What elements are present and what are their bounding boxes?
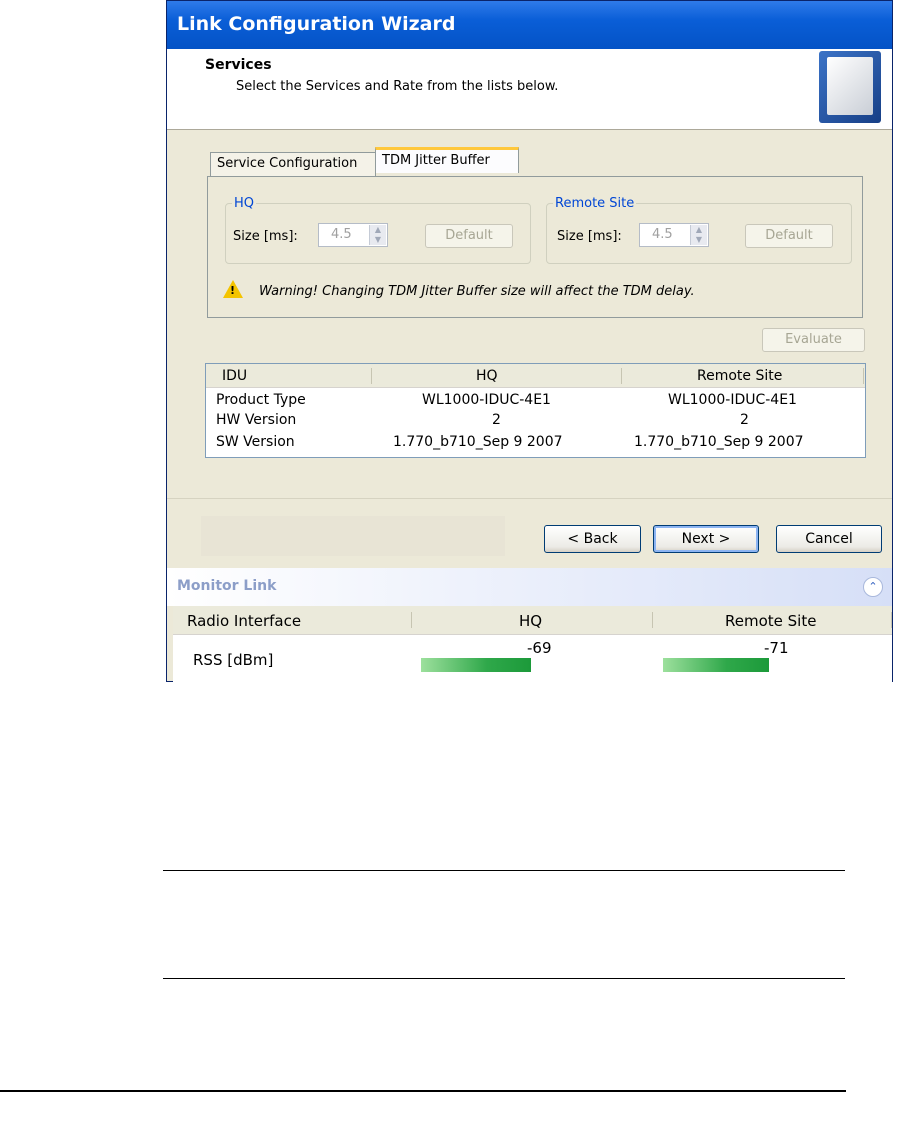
remote-rss-bar bbox=[663, 658, 769, 672]
remote-rss-value: -71 bbox=[764, 639, 789, 657]
spinner-arrows-icon[interactable]: ▲ ▼ bbox=[690, 225, 707, 245]
double-chevron-up-icon[interactable]: ⌃ bbox=[863, 577, 883, 597]
hq-rss-value: -69 bbox=[527, 639, 552, 657]
table-cell: WL1000-IDUC-4E1 bbox=[422, 392, 551, 408]
remote-size-value: 4.5 bbox=[652, 227, 673, 242]
wizard-window: Link Configuration Wizard Services Selec… bbox=[166, 0, 893, 682]
table-cell: 2 bbox=[740, 412, 749, 428]
column-header-hq[interactable]: HQ bbox=[519, 612, 542, 630]
tab-tdm-jitter-buffer[interactable]: TDM Jitter Buffer bbox=[375, 147, 519, 173]
idu-table: IDU HQ Remote Site Product Type WL1000-I… bbox=[205, 363, 866, 458]
table-cell: Product Type bbox=[216, 392, 306, 408]
hq-size-value: 4.5 bbox=[331, 227, 352, 242]
hq-size-label: Size [ms]: bbox=[233, 229, 298, 244]
divider bbox=[0, 1090, 846, 1092]
divider bbox=[163, 870, 845, 871]
warning-text: Warning! Changing TDM Jitter Buffer size… bbox=[259, 284, 695, 299]
table-cell: SW Version bbox=[216, 434, 295, 450]
hq-legend: HQ bbox=[234, 196, 255, 211]
table-cell: 1.770_b710_Sep 9 2007 bbox=[634, 434, 804, 450]
title-bar[interactable]: Link Configuration Wizard bbox=[167, 1, 892, 49]
table-cell: 2 bbox=[492, 412, 501, 428]
column-header-radio-interface[interactable]: Radio Interface bbox=[187, 612, 301, 630]
back-button[interactable]: < Back bbox=[544, 525, 641, 553]
remote-size-spinner[interactable]: 4.5 ▲ ▼ bbox=[639, 223, 709, 247]
tab-label: Service Configuration bbox=[217, 156, 358, 171]
hq-rss-bar bbox=[421, 658, 531, 672]
hq-default-button[interactable]: Default bbox=[425, 224, 513, 248]
tab-label: TDM Jitter Buffer bbox=[382, 153, 490, 168]
tab-service-configuration[interactable]: Service Configuration bbox=[210, 152, 376, 176]
antenna-panel-icon bbox=[819, 51, 881, 123]
monitor-link-header: Monitor Link ⌃ bbox=[167, 568, 892, 606]
monitor-table: Radio Interface HQ Remote Site RSS [dBm]… bbox=[173, 606, 892, 682]
hq-size-spinner[interactable]: 4.5 ▲ ▼ bbox=[318, 223, 388, 247]
table-cell: 1.770_b710_Sep 9 2007 bbox=[393, 434, 563, 450]
page-subtitle: Select the Services and Rate from the li… bbox=[236, 79, 559, 94]
remote-default-button[interactable]: Default bbox=[745, 224, 833, 248]
evaluate-button[interactable]: Evaluate bbox=[762, 328, 865, 352]
divider bbox=[163, 978, 845, 979]
table-cell: WL1000-IDUC-4E1 bbox=[668, 392, 797, 408]
spinner-arrows-icon[interactable]: ▲ ▼ bbox=[369, 225, 386, 245]
warning-triangle-icon: ! bbox=[223, 280, 243, 298]
column-header-remote-site[interactable]: Remote Site bbox=[697, 368, 782, 384]
monitor-link-title: Monitor Link bbox=[177, 578, 277, 594]
column-header-hq[interactable]: HQ bbox=[476, 368, 498, 384]
remote-site-legend: Remote Site bbox=[555, 196, 635, 211]
wizard-header: Services Select the Services and Rate fr… bbox=[167, 49, 892, 130]
table-cell: HW Version bbox=[216, 412, 297, 428]
rss-label: RSS [dBm] bbox=[193, 651, 274, 669]
cancel-button[interactable]: Cancel bbox=[776, 525, 882, 553]
next-button[interactable]: Next > bbox=[653, 525, 759, 553]
window-title: Link Configuration Wizard bbox=[177, 13, 456, 35]
column-header-remote-site[interactable]: Remote Site bbox=[725, 612, 816, 630]
column-header-idu[interactable]: IDU bbox=[222, 368, 247, 384]
page-title: Services bbox=[205, 57, 272, 73]
remote-size-label: Size [ms]: bbox=[557, 229, 622, 244]
